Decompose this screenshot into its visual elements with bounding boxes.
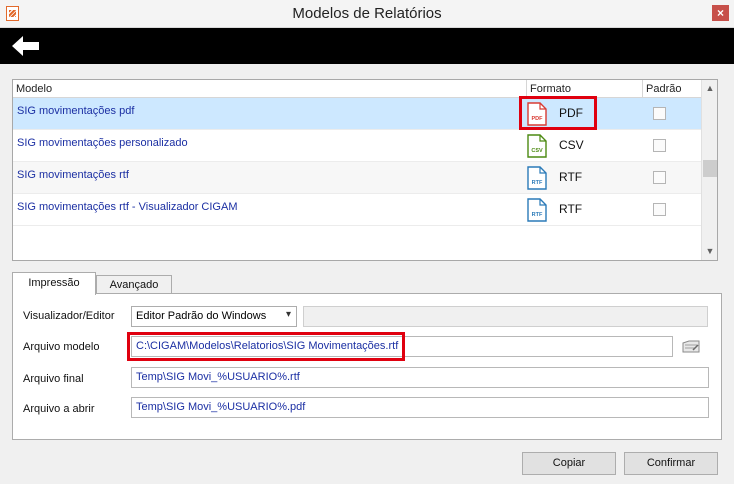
column-header-model[interactable]: Modelo bbox=[13, 80, 527, 98]
impressao-panel: Visualizador/Editor Editor Padrão do Win… bbox=[12, 293, 722, 440]
column-header-default[interactable]: Padrão bbox=[643, 80, 701, 98]
arrow-left-icon[interactable] bbox=[10, 34, 42, 58]
final-file-label: Arquivo final bbox=[23, 373, 84, 385]
row-format-label: CSV bbox=[559, 138, 584, 152]
title-bar: Modelos de Relatórios × bbox=[0, 0, 734, 28]
rtf-file-icon: RTF bbox=[527, 166, 547, 190]
close-button[interactable]: × bbox=[712, 5, 729, 21]
window-title: Modelos de Relatórios bbox=[292, 5, 442, 22]
svg-text:CSV: CSV bbox=[531, 148, 543, 154]
scroll-thumb[interactable] bbox=[703, 160, 717, 177]
models-grid: Modelo Formato Padrão SIG movimentações … bbox=[12, 79, 718, 261]
toolbar bbox=[0, 28, 734, 64]
row-model-name: SIG movimentações rtf bbox=[17, 169, 129, 181]
default-checkbox[interactable] bbox=[653, 107, 666, 120]
row-model-name: SIG movimentações personalizado bbox=[17, 137, 188, 149]
viewer-select-value: Editor Padrão do Windows bbox=[136, 310, 267, 322]
grid-row-pdf[interactable]: SIG movimentações pdf PDF PDF bbox=[13, 98, 701, 130]
row-format-label: RTF bbox=[559, 170, 583, 184]
default-checkbox[interactable] bbox=[653, 139, 666, 152]
browse-file-icon[interactable] bbox=[681, 336, 701, 356]
grid-header: Modelo Formato Padrão bbox=[13, 80, 701, 98]
row-format-label: RTF bbox=[559, 202, 583, 216]
row-model-name: SIG movimentações pdf bbox=[17, 105, 135, 117]
csv-file-icon: CSV bbox=[527, 134, 547, 158]
default-checkbox[interactable] bbox=[653, 171, 666, 184]
model-file-highlight-box bbox=[127, 332, 405, 361]
tab-avancado[interactable]: Avançado bbox=[96, 275, 172, 294]
viewer-select[interactable]: Editor Padrão do Windows ▾ bbox=[131, 306, 297, 327]
svg-text:RTF: RTF bbox=[532, 212, 543, 218]
default-checkbox[interactable] bbox=[653, 203, 666, 216]
rtf-file-icon: RTF bbox=[527, 198, 547, 222]
final-file-input[interactable]: Temp\SIG Movi_%USUARIO%.rtf bbox=[131, 367, 709, 388]
row-model-name: SIG movimentações rtf - Visualizador CIG… bbox=[17, 201, 238, 213]
viewer-label: Visualizador/Editor bbox=[23, 310, 115, 322]
grid-row-rtf-visualizador[interactable]: SIG movimentações rtf - Visualizador CIG… bbox=[13, 194, 701, 226]
svg-text:RTF: RTF bbox=[532, 180, 543, 186]
confirm-button[interactable]: Confirmar bbox=[624, 452, 718, 475]
open-file-input[interactable]: Temp\SIG Movi_%USUARIO%.pdf bbox=[131, 397, 709, 418]
vertical-scrollbar[interactable]: ▲ ▼ bbox=[701, 80, 717, 260]
grid-row-personalizado[interactable]: SIG movimentações personalizado CSV CSV bbox=[13, 130, 701, 162]
grid-row-rtf[interactable]: SIG movimentações rtf RTF RTF bbox=[13, 162, 701, 194]
scroll-down-icon[interactable]: ▼ bbox=[702, 243, 718, 260]
copy-button[interactable]: Copiar bbox=[522, 452, 616, 475]
tab-impressao[interactable]: Impressão bbox=[12, 272, 96, 295]
scroll-up-icon[interactable]: ▲ bbox=[702, 80, 718, 97]
model-file-label: Arquivo modelo bbox=[23, 341, 100, 353]
chevron-down-icon: ▾ bbox=[285, 309, 291, 320]
viewer-extra-field bbox=[303, 306, 708, 327]
open-file-label: Arquivo a abrir bbox=[23, 403, 95, 415]
format-highlight-box bbox=[519, 96, 597, 130]
